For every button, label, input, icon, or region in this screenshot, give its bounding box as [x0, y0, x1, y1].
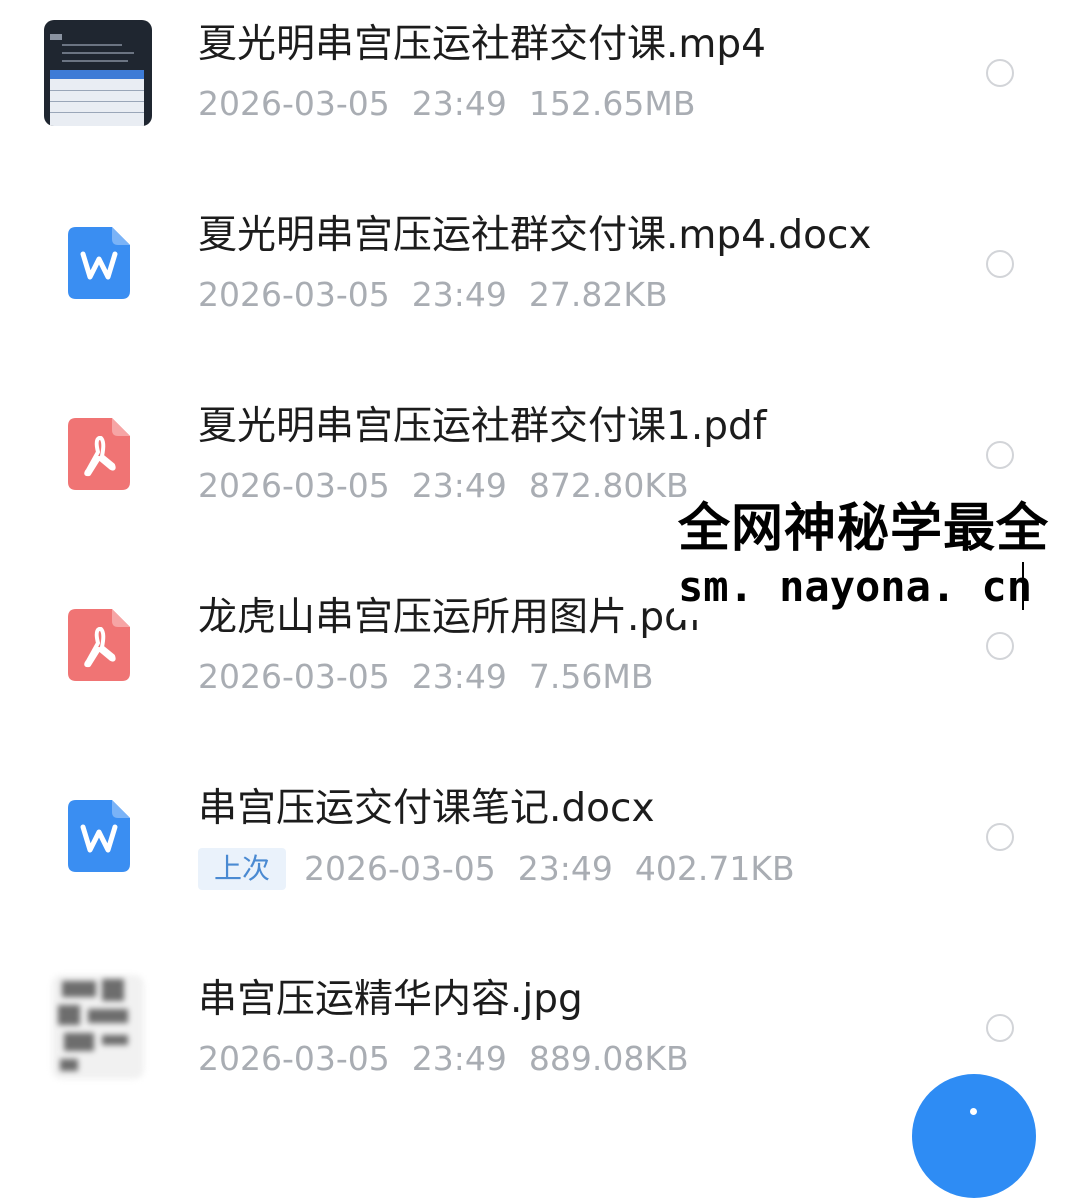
file-date: 2026-03-05	[198, 1039, 390, 1078]
watermark-url: sm. nayona. cn	[678, 562, 1033, 611]
select-radio[interactable]	[986, 59, 1014, 87]
file-time: 23:49	[411, 466, 507, 505]
file-name: 夏光明串宫压运社群交付课.mp4	[198, 22, 766, 67]
file-meta: 2026-03-05 23:49 889.08KB	[198, 1039, 689, 1079]
file-time: 23:49	[411, 84, 507, 123]
file-meta: 2026-03-05 23:49 872.80KB	[198, 466, 689, 506]
select-radio[interactable]	[986, 441, 1014, 469]
file-time: 23:49	[517, 849, 613, 888]
image-thumbnail	[52, 975, 144, 1079]
word-doc-icon	[68, 227, 130, 299]
file-row[interactable]: 串宫压运交付课笔记.docx 上次 2026-03-05 23:49 402.7…	[0, 764, 1080, 954]
file-meta: 2026-03-05 23:49 27.82KB	[198, 275, 668, 315]
file-size: 889.08KB	[528, 1039, 689, 1078]
video-thumbnail	[44, 20, 152, 126]
word-doc-icon	[68, 800, 130, 872]
file-time: 23:49	[411, 1039, 507, 1078]
file-row[interactable]: 夏光明串宫压运社群交付课.mp4 2026-03-05 23:49 152.65…	[0, 0, 1080, 190]
pdf-icon	[68, 418, 130, 490]
file-size: 27.82KB	[528, 275, 668, 314]
select-radio[interactable]	[986, 823, 1014, 851]
file-size: 7.56MB	[528, 657, 654, 696]
select-radio[interactable]	[986, 632, 1014, 660]
file-row[interactable]: 夏光明串宫压运社群交付课.mp4.docx 2026-03-05 23:49 2…	[0, 191, 1080, 381]
file-date: 2026-03-05	[198, 84, 390, 123]
file-meta: 2026-03-05 23:49 152.65MB	[198, 84, 695, 124]
select-radio[interactable]	[986, 1014, 1014, 1042]
add-button[interactable]	[912, 1074, 1036, 1198]
file-date: 2026-03-05	[198, 657, 390, 696]
file-name: 夏光明串宫压运社群交付课.mp4.docx	[198, 213, 872, 258]
add-icon	[970, 1108, 977, 1115]
select-radio[interactable]	[986, 250, 1014, 278]
file-size: 402.71KB	[634, 849, 795, 888]
file-date: 2026-03-05	[198, 466, 390, 505]
last-opened-badge: 上次	[198, 848, 287, 890]
file-name: 龙虎山串宫压运所用图片.pdf	[198, 595, 703, 640]
watermark-title: 全网神秘学最全	[678, 499, 1050, 559]
file-date: 2026-03-05	[304, 849, 496, 888]
text-caret	[1022, 562, 1024, 610]
file-size: 872.80KB	[528, 466, 689, 505]
file-date: 2026-03-05	[198, 275, 390, 314]
pdf-icon	[68, 609, 130, 681]
file-time: 23:49	[411, 275, 507, 314]
file-size: 152.65MB	[528, 84, 696, 123]
file-time: 23:49	[411, 657, 507, 696]
file-name: 串宫压运交付课笔记.docx	[198, 786, 655, 831]
file-meta: 上次 2026-03-05 23:49 402.71KB	[198, 848, 795, 890]
file-meta: 2026-03-05 23:49 7.56MB	[198, 657, 653, 697]
file-name: 夏光明串宫压运社群交付课1.pdf	[198, 404, 767, 449]
file-name: 串宫压运精华内容.jpg	[198, 977, 583, 1022]
